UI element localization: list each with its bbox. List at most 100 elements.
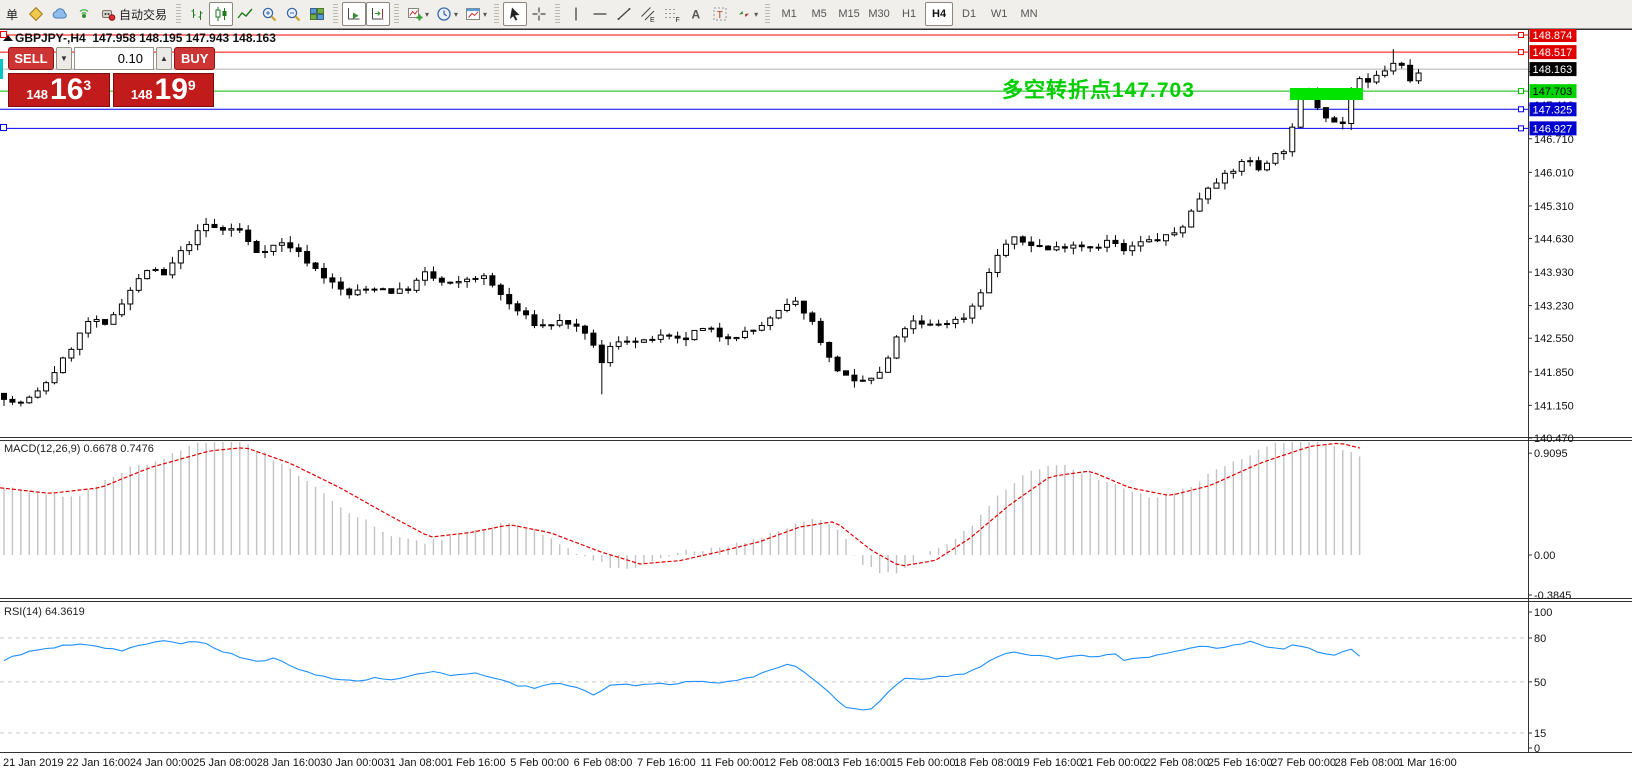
candle-body	[751, 330, 756, 331]
price-tick-label: 146.710	[1534, 134, 1574, 146]
buy-button[interactable]: BUY	[174, 47, 215, 70]
candlestick-chart-button[interactable]	[209, 2, 233, 26]
market-icon-button[interactable]	[48, 2, 72, 26]
equidistant-channel-button[interactable]: E	[636, 2, 660, 26]
text-label-button[interactable]: T	[708, 2, 732, 26]
sell-price-big: 16	[50, 75, 83, 105]
candle-body	[1206, 188, 1211, 199]
candle-body	[1298, 96, 1303, 127]
candle-body	[195, 231, 200, 245]
candle-body	[515, 304, 520, 311]
sell-button[interactable]: SELL	[8, 47, 54, 70]
timeframe-mn-button[interactable]: MN	[1015, 2, 1043, 26]
candle-body	[566, 321, 571, 325]
timeframe-m15-button[interactable]: M15	[835, 2, 863, 26]
candle-body	[136, 279, 141, 291]
macd-tick-label: 0.00	[1534, 550, 1555, 562]
candle-body	[111, 315, 116, 325]
chart-canvas[interactable]: 148.810148.110147.410146.710146.010145.3…	[0, 0, 1632, 774]
auto-scroll-button[interactable]	[342, 2, 366, 26]
tile-windows-button[interactable]	[305, 2, 329, 26]
volume-input[interactable]	[74, 47, 154, 70]
candle-body	[423, 272, 428, 280]
candle-body	[759, 326, 764, 331]
candle-body	[1163, 235, 1168, 241]
line-anchor-handle[interactable]	[1519, 89, 1524, 94]
timeframe-m5-button[interactable]: M5	[805, 2, 833, 26]
buy-price-box[interactable]: 148 19 9	[113, 73, 215, 107]
vertical-line-button[interactable]	[564, 2, 588, 26]
time-axis-label: 27 Feb 00:00	[1271, 757, 1336, 769]
candle-body	[2, 393, 7, 399]
trendline-icon	[615, 5, 633, 23]
candle-body	[945, 324, 950, 325]
zoom-out-button[interactable]	[281, 2, 305, 26]
candle-body	[187, 245, 192, 251]
candle-body	[431, 272, 436, 278]
time-axis-label: 1 Feb 16:00	[447, 757, 506, 769]
candle-body	[465, 279, 470, 281]
candle-body	[406, 289, 411, 290]
line-anchor-handle[interactable]	[1519, 33, 1524, 38]
line-anchor-handle[interactable]	[1519, 126, 1524, 131]
chart-shift-button[interactable]	[366, 2, 390, 26]
candle-body	[574, 324, 579, 326]
candle-body	[439, 278, 444, 282]
timeframe-m30-button[interactable]: M30	[865, 2, 893, 26]
candle-body	[953, 319, 958, 323]
candle-body	[1416, 73, 1421, 81]
timeframe-h4-button[interactable]: H4	[925, 2, 953, 26]
macd-pane	[0, 442, 1360, 573]
metaeditor-icon-button[interactable]	[24, 2, 48, 26]
cursor-button[interactable]	[503, 2, 527, 26]
indicators-button[interactable]: ▾	[403, 2, 432, 26]
macd-signal-line	[0, 443, 1360, 565]
candle-body	[27, 397, 32, 403]
candle-body	[1391, 63, 1396, 71]
timeframe-w1-button[interactable]: W1	[985, 2, 1013, 26]
candle-body	[271, 245, 276, 251]
candle-body	[1273, 154, 1278, 164]
fibonacci-button[interactable]: F	[660, 2, 684, 26]
line-anchor-handle[interactable]	[1519, 107, 1524, 112]
line-chart-button[interactable]	[233, 2, 257, 26]
text-button[interactable]: A	[684, 2, 708, 26]
timeframe-d1-button[interactable]: D1	[955, 2, 983, 26]
templates-button[interactable]: ▾	[461, 2, 490, 26]
periods-icon	[435, 5, 453, 23]
toolbar-separator	[333, 4, 338, 24]
trendline-button[interactable]	[612, 2, 636, 26]
candle-body	[1239, 161, 1244, 171]
signals-icon-button[interactable]	[72, 2, 96, 26]
crosshair-button[interactable]	[527, 2, 551, 26]
turning-point-annotation[interactable]: 多空转折点147.703	[1002, 74, 1195, 104]
timeframe-h1-button[interactable]: H1	[895, 2, 923, 26]
new-order-button[interactable]: 单	[0, 2, 24, 26]
highlight-rect[interactable]	[1290, 88, 1363, 100]
candle-body	[94, 320, 99, 322]
rsi-tick-label: 80	[1534, 633, 1546, 645]
time-axis-label: 11 Feb 00:00	[701, 757, 765, 769]
candle-body	[254, 241, 259, 252]
autotrading-button[interactable]: 自动交易	[96, 2, 172, 26]
bar-chart-button[interactable]	[185, 2, 209, 26]
volume-step-down-button[interactable]: ▼	[56, 47, 72, 70]
zoom-in-button[interactable]	[257, 2, 281, 26]
volume-step-up-button[interactable]: ▲	[156, 47, 172, 70]
horizontal-line-button[interactable]	[588, 2, 612, 26]
candle-body	[919, 321, 924, 324]
candle-body	[338, 282, 343, 289]
candlestick-chart-icon	[212, 5, 230, 23]
support-line-handle[interactable]	[0, 124, 7, 131]
arrows-button[interactable]: ▾	[732, 2, 761, 26]
resistance-line-handle[interactable]	[0, 31, 7, 38]
candle-body	[877, 372, 882, 378]
periods-button[interactable]: ▾	[432, 2, 461, 26]
candle-body	[684, 338, 689, 339]
sell-price-box[interactable]: 148 16 3	[8, 73, 110, 107]
time-axis-label: 18 Feb 08:00	[954, 757, 1019, 769]
timeframe-m1-button[interactable]: M1	[775, 2, 803, 26]
panel-edge-tab[interactable]	[0, 59, 3, 79]
line-anchor-handle[interactable]	[1519, 50, 1524, 55]
level-price-label: 148.517	[1533, 47, 1573, 59]
